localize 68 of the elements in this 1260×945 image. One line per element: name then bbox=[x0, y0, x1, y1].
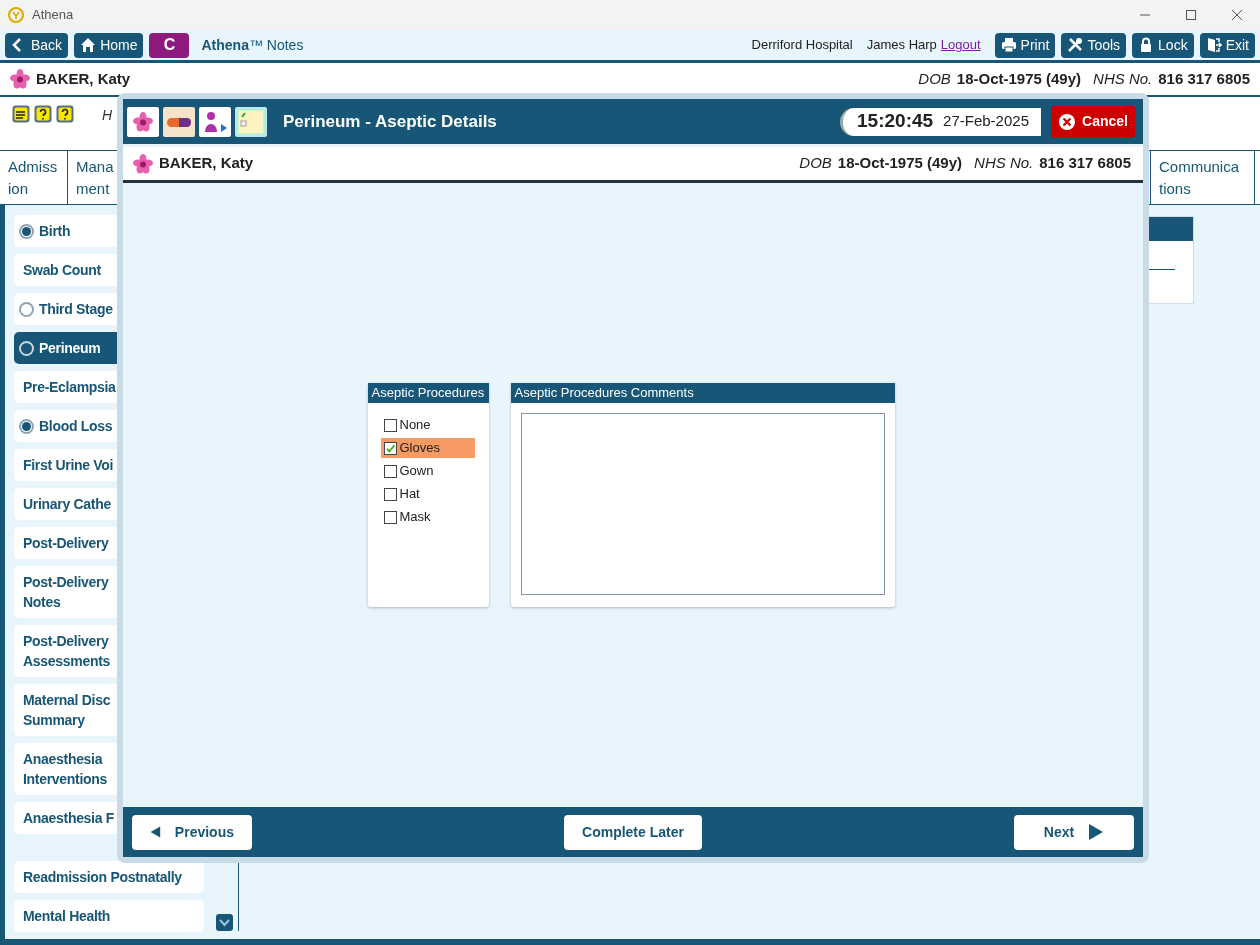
radio-button[interactable] bbox=[19, 301, 34, 317]
cancel-button[interactable]: Cancel bbox=[1051, 105, 1135, 138]
previous-button[interactable]: Previous bbox=[132, 814, 252, 850]
window-title: Athena bbox=[32, 6, 74, 25]
patient-name: BAKER, Katy bbox=[159, 153, 254, 174]
dob-value: 18-Oct-1975 (49y) bbox=[956, 68, 1082, 89]
check-icon bbox=[384, 442, 396, 454]
tab[interactable]: Communica tions bbox=[1150, 151, 1255, 204]
panel-title: Aseptic Procedures Comments bbox=[510, 383, 895, 403]
info-text: H bbox=[102, 106, 113, 125]
complete-later-button[interactable]: Complete Later bbox=[564, 814, 702, 850]
close-icon bbox=[1058, 112, 1077, 131]
dob-value: 18-Oct-1975 (49y) bbox=[837, 153, 963, 174]
flower-icon bbox=[133, 153, 153, 174]
print-button[interactable]: Print bbox=[994, 32, 1056, 58]
checkbox-option[interactable]: Gown bbox=[380, 461, 475, 481]
lock-button[interactable]: Lock bbox=[1132, 32, 1194, 58]
dob-label: DOB bbox=[799, 153, 832, 174]
checkbox-option[interactable]: Mask bbox=[380, 507, 475, 527]
checkbox[interactable] bbox=[383, 487, 397, 501]
app-logo-icon bbox=[8, 7, 24, 23]
tools-button[interactable]: Tools bbox=[1061, 32, 1127, 58]
flower-icon bbox=[10, 69, 30, 89]
next-button[interactable]: Next bbox=[1014, 814, 1134, 850]
help-icon bbox=[34, 105, 52, 123]
nhs-number: 816 317 6805 bbox=[1158, 68, 1250, 89]
home-icon bbox=[80, 37, 97, 53]
logout-link[interactable]: Logout bbox=[940, 35, 981, 55]
checkbox[interactable] bbox=[383, 510, 397, 524]
nhs-number: 816 317 6805 bbox=[1039, 153, 1131, 174]
dialog-title: Perineum - Aseptic Details bbox=[283, 110, 497, 133]
checkbox[interactable] bbox=[383, 441, 397, 455]
home-button[interactable]: Home bbox=[74, 32, 144, 58]
checkbox-option[interactable]: Gloves bbox=[380, 438, 475, 458]
right-arrow-icon bbox=[1088, 823, 1105, 841]
comments-field[interactable] bbox=[520, 413, 885, 595]
checkbox-option[interactable]: None bbox=[380, 415, 475, 435]
tools-icon bbox=[1067, 37, 1084, 53]
flower-icon[interactable] bbox=[127, 106, 159, 137]
patient-name: BAKER, Katy bbox=[36, 68, 131, 89]
scroll-down-button[interactable] bbox=[216, 914, 233, 931]
tab[interactable]: Admiss ion bbox=[0, 151, 68, 204]
checkbox[interactable] bbox=[383, 464, 397, 478]
capsule-icon[interactable] bbox=[163, 106, 195, 137]
radio-button[interactable] bbox=[19, 340, 34, 356]
checkbox[interactable] bbox=[383, 418, 397, 432]
radio-button[interactable] bbox=[19, 418, 34, 434]
user-name: James Harp bbox=[866, 36, 937, 55]
dob-label: DOB bbox=[918, 68, 951, 89]
help-icon bbox=[56, 105, 74, 123]
print-icon bbox=[1000, 37, 1017, 53]
sidebar-item[interactable]: Mental Health bbox=[14, 900, 204, 932]
chevron-down-icon bbox=[219, 918, 230, 927]
nhs-label: NHS No. bbox=[974, 153, 1034, 174]
c-button[interactable]: C bbox=[149, 32, 190, 58]
sidebar-item[interactable]: Readmission Postnatally bbox=[14, 861, 204, 893]
notepad-icon[interactable] bbox=[235, 106, 267, 137]
date-text: 27-Feb-2025 bbox=[943, 111, 1029, 132]
hospital-name: Derriford Hospital bbox=[751, 36, 853, 55]
app-name: Athena™ Notes bbox=[201, 35, 304, 55]
back-button[interactable]: Back bbox=[5, 32, 69, 58]
nhs-label: NHS No. bbox=[1093, 68, 1153, 89]
exit-button[interactable]: Exit bbox=[1199, 32, 1255, 58]
time-text: 15:20:45 bbox=[857, 109, 934, 134]
panel-title: Aseptic Procedures bbox=[367, 383, 489, 403]
checkbox-option[interactable]: Hat bbox=[380, 484, 475, 504]
radio-button[interactable] bbox=[19, 223, 34, 239]
exit-icon bbox=[1205, 37, 1222, 53]
